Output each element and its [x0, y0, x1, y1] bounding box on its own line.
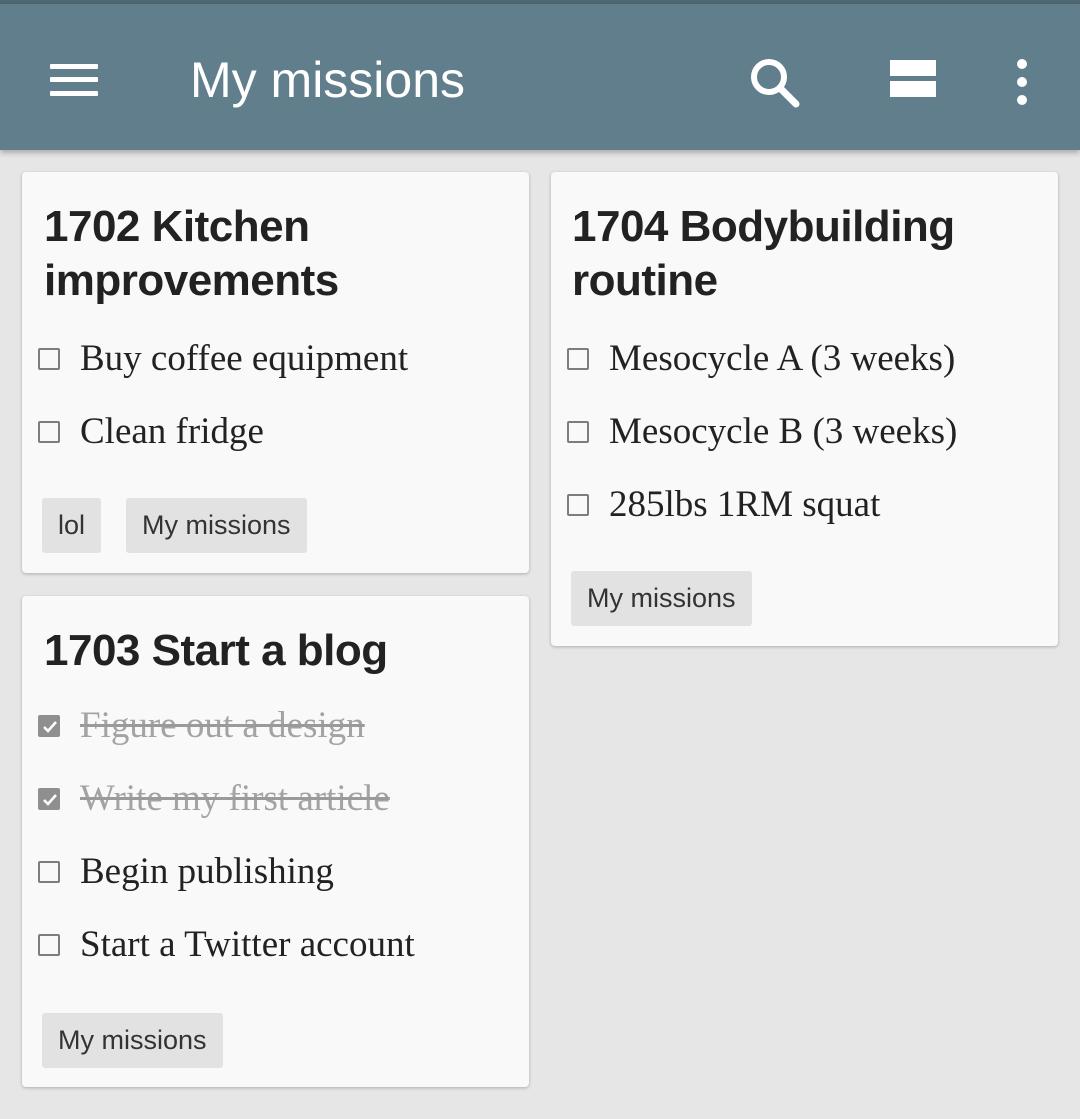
checkbox[interactable]	[38, 348, 60, 370]
item-label: Mesocycle B (3 weeks)	[609, 411, 958, 452]
checkbox-checked[interactable]	[38, 715, 60, 737]
checklist-item[interactable]: Start a Twitter account	[38, 920, 518, 976]
mission-card-bodybuilding[interactable]: 1704 Bodybuilding routine Mesocycle A (3…	[551, 172, 1058, 646]
mission-card-kitchen[interactable]: 1702 Kitchen improvements Buy coffee equ…	[22, 172, 529, 573]
tag-chip[interactable]: My missions	[571, 571, 752, 626]
checklist-item[interactable]: 285lbs 1RM squat	[567, 480, 1047, 536]
checklist-item[interactable]: Write my first article	[38, 774, 518, 830]
item-label: 285lbs 1RM squat	[609, 484, 881, 525]
checkbox[interactable]	[567, 494, 589, 516]
menu-icon[interactable]	[50, 62, 98, 98]
tag-chip[interactable]: My missions	[42, 1013, 223, 1068]
checkbox[interactable]	[38, 421, 60, 443]
card-title-line: 1703 Start a blog	[44, 626, 388, 675]
item-label: Mesocycle A (3 weeks)	[609, 338, 956, 379]
card-title: 1702 Kitchen improvements	[44, 200, 339, 308]
item-label: Buy coffee equipment	[80, 338, 409, 379]
card-title-line: 1704 Bodybuilding	[572, 202, 955, 251]
checklist-item[interactable]: Figure out a design	[38, 701, 518, 757]
page-title: My missions	[190, 52, 466, 108]
item-label: Write my first article	[80, 778, 390, 819]
item-label: Start a Twitter account	[80, 924, 415, 965]
item-label: Clean fridge	[80, 411, 264, 452]
app-bar: My missions	[0, 4, 1080, 150]
checkbox[interactable]	[567, 421, 589, 443]
checkbox[interactable]	[38, 861, 60, 883]
tag-chip[interactable]: lol	[42, 498, 102, 553]
checklist-item[interactable]: Buy coffee equipment	[38, 334, 518, 390]
check-icon	[43, 794, 57, 806]
search-icon[interactable]	[748, 56, 802, 110]
checklist-item[interactable]: Begin publishing	[38, 847, 518, 903]
tag-chip[interactable]: My missions	[126, 498, 307, 553]
checkbox[interactable]	[38, 934, 60, 956]
card-title: 1703 Start a blog	[44, 624, 388, 678]
card-title-line: 1702 Kitchen	[44, 202, 310, 251]
card-title-line: improvements	[44, 256, 339, 305]
item-label: Figure out a design	[80, 705, 365, 746]
more-vert-icon[interactable]	[1008, 58, 1036, 106]
card-title: 1704 Bodybuilding routine	[572, 200, 955, 308]
checklist-item[interactable]: Mesocycle B (3 weeks)	[567, 407, 1047, 463]
check-icon	[43, 721, 57, 733]
item-label: Begin publishing	[80, 851, 334, 892]
checklist-item[interactable]: Clean fridge	[38, 407, 518, 463]
checkbox-checked[interactable]	[38, 788, 60, 810]
checklist-item[interactable]: Mesocycle A (3 weeks)	[567, 334, 1047, 390]
checkbox[interactable]	[567, 348, 589, 370]
view-agenda-icon[interactable]	[890, 60, 936, 98]
mission-card-blog[interactable]: 1703 Start a blog Figure out a design Wr…	[22, 596, 529, 1087]
card-title-line: routine	[572, 256, 718, 305]
